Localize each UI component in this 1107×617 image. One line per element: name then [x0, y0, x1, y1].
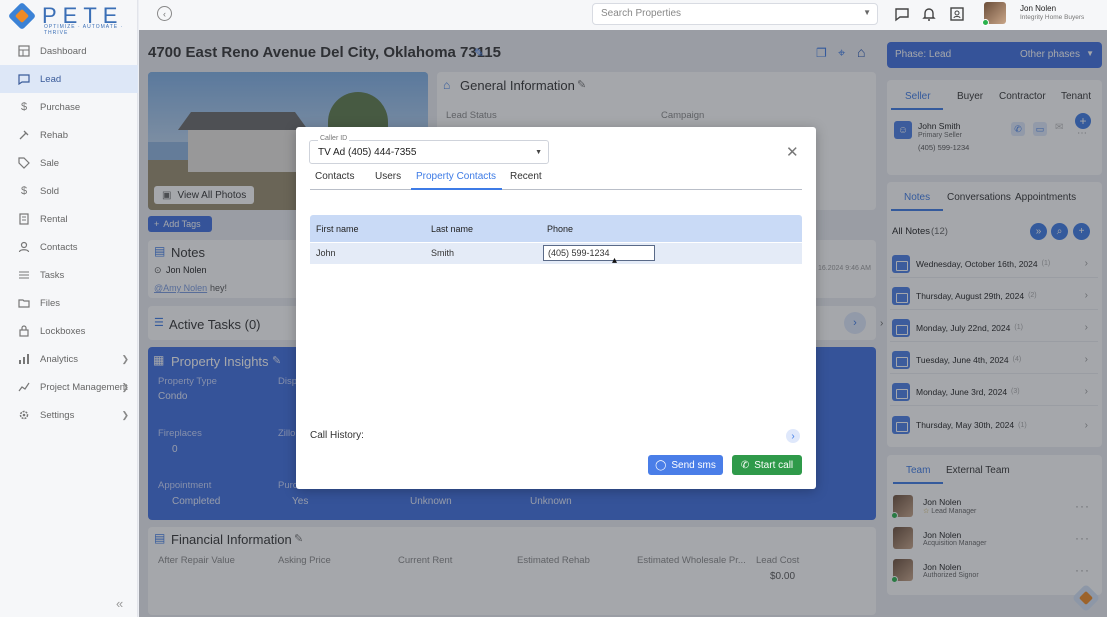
tab-property-contacts[interactable]: Property Contacts	[416, 171, 496, 182]
collapse-sidebar-icon[interactable]: «	[116, 596, 123, 611]
caller-id-label: Caller ID	[318, 135, 350, 142]
sidebar-item-label: Sale	[40, 157, 60, 169]
cell-first-name: John	[316, 248, 336, 258]
sidebar-item-label: Rental	[40, 213, 68, 225]
sidebar-item-sale[interactable]: Sale	[0, 149, 138, 177]
caller-id-value: TV Ad (405) 444-7355	[318, 147, 417, 158]
sidebar-item-project-management[interactable]: Project Management ❯	[0, 373, 138, 401]
tag-icon	[18, 157, 30, 169]
chat-icon[interactable]	[894, 6, 910, 22]
sms-icon: ◯	[655, 459, 667, 471]
sidebar-item-lockboxes[interactable]: Lockboxes	[0, 317, 138, 345]
sidebar: PETE OPTIMIZE · AUTOMATE · THRIVE Dashbo…	[0, 0, 138, 617]
user-name: Jon Nolen	[1020, 4, 1057, 13]
sidebar-item-label: Project Management	[40, 381, 128, 393]
sidebar-item-lead[interactable]: Lead	[0, 65, 138, 93]
tab-users[interactable]: Users	[375, 171, 401, 182]
pete-logo-icon	[7, 1, 37, 31]
tab-indicator	[411, 188, 502, 190]
chevron-right-icon: ❯	[121, 410, 129, 420]
call-history-label: Call History:	[310, 430, 364, 441]
cell-last-name: Smith	[431, 248, 455, 258]
tabs-divider	[310, 189, 802, 190]
call-dialog: Caller ID TV Ad (405) 444-7355 ▼ ✕ Conta…	[296, 127, 816, 489]
start-call-label: Start call	[754, 459, 794, 471]
sidebar-item-sold[interactable]: $ Sold	[0, 177, 138, 205]
lock-icon	[18, 325, 30, 337]
chart-icon	[18, 353, 30, 365]
mouse-cursor-icon: ▴	[612, 255, 618, 266]
list-icon	[18, 269, 30, 281]
dashboard-icon	[18, 45, 30, 57]
header-last-name: Last name	[431, 224, 474, 234]
close-icon[interactable]: ✕	[786, 143, 799, 161]
user-avatar[interactable]	[982, 2, 1006, 26]
trend-icon	[18, 381, 30, 393]
sidebar-item-label: Lockboxes	[40, 325, 86, 337]
sidebar-item-label: Files	[40, 297, 61, 309]
tab-recent[interactable]: Recent	[510, 171, 542, 182]
chat-icon	[18, 73, 30, 85]
back-icon[interactable]: ‹	[157, 6, 172, 21]
sidebar-item-label: Contacts	[40, 241, 78, 253]
sidebar-item-contacts[interactable]: Contacts	[0, 233, 138, 261]
brand-tagline: OPTIMIZE · AUTOMATE · THRIVE	[44, 24, 124, 36]
table-row[interactable]: John Smith (405) 599-1234	[310, 243, 802, 264]
send-sms-label: Send sms	[671, 459, 716, 471]
sidebar-item-rental[interactable]: Rental	[0, 205, 138, 233]
gear-icon	[18, 409, 30, 421]
tab-contacts[interactable]: Contacts	[315, 171, 354, 182]
chevron-down-icon: ▼	[863, 8, 871, 17]
caller-id-select[interactable]: Caller ID TV Ad (405) 444-7355 ▼	[309, 135, 549, 164]
sidebar-item-label: Settings	[40, 409, 75, 421]
chevron-down-icon: ▼	[535, 149, 542, 156]
sidebar-item-label: Sold	[40, 185, 60, 197]
sidebar-item-rehab[interactable]: Rehab	[0, 121, 138, 149]
sidebar-item-label: Rehab	[40, 129, 68, 141]
hammer-icon	[18, 129, 30, 141]
chevron-right-icon: ❯	[121, 354, 129, 364]
user-company: Integrity Home Buyers	[1020, 14, 1085, 21]
header-phone: Phone	[547, 224, 574, 234]
cell-phone[interactable]: (405) 599-1234	[543, 245, 655, 261]
sidebar-item-settings[interactable]: Settings ❯	[0, 401, 138, 429]
search-placeholder: Search Properties	[601, 8, 682, 19]
phone-icon: ✆	[740, 459, 750, 471]
folder-icon	[18, 297, 30, 309]
dollar-icon: $	[20, 101, 28, 113]
brand-name: PETE	[42, 3, 124, 28]
header-first-name: First name	[316, 224, 359, 234]
online-status-dot	[982, 19, 989, 26]
sidebar-item-files[interactable]: Files	[0, 289, 138, 317]
sidebar-item-label: Dashboard	[40, 45, 87, 57]
contacts-table-header: First name Last name Phone	[310, 215, 802, 242]
sidebar-item-purchase[interactable]: $ Purchase	[0, 93, 138, 121]
sidebar-item-label: Lead	[40, 73, 62, 85]
contact-book-icon[interactable]	[949, 6, 965, 22]
sidebar-item-label: Tasks	[40, 269, 65, 281]
start-call-button[interactable]: ✆ Start call	[732, 455, 802, 475]
dollar-icon: $	[20, 185, 28, 197]
send-sms-button[interactable]: ◯ Send sms	[648, 455, 723, 475]
sidebar-item-dashboard[interactable]: Dashboard	[0, 37, 138, 65]
search-input[interactable]: Search Properties ▼	[592, 3, 878, 25]
bell-icon[interactable]	[921, 6, 937, 22]
sidebar-item-label: Analytics	[40, 353, 79, 365]
sidebar-item-analytics[interactable]: Analytics ❯	[0, 345, 138, 373]
sidebar-item-tasks[interactable]: Tasks	[0, 261, 138, 289]
user-icon	[18, 241, 30, 253]
chevron-right-icon: ❯	[121, 382, 129, 392]
call-history-expand-icon[interactable]: ›	[786, 429, 800, 443]
building-icon	[18, 213, 30, 225]
sidebar-item-label: Purchase	[40, 101, 81, 113]
